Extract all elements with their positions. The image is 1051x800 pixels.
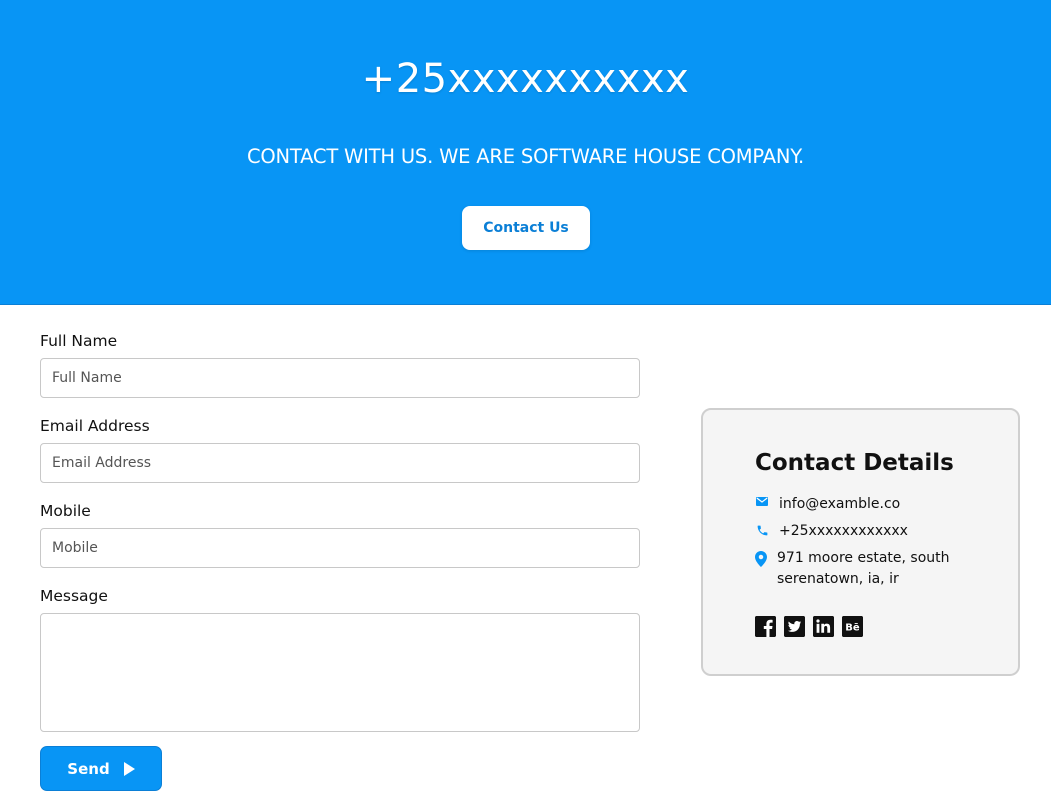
svg-text:Bē: Bē (845, 623, 860, 634)
mobile-label: Mobile (40, 502, 91, 520)
contact-us-button[interactable]: Contact Us (462, 206, 590, 250)
mail-icon (755, 494, 769, 506)
detail-email: info@examble.co (755, 494, 900, 515)
hero-tagline: CONTACT WITH US. WE ARE SOFTWARE HOUSE C… (246, 145, 805, 168)
hero-phone-number: +25xxxxxxxxxx (361, 56, 690, 102)
twitter-icon[interactable] (784, 616, 805, 637)
facebook-icon[interactable] (755, 616, 776, 637)
message-label: Message (40, 587, 108, 605)
email-label: Email Address (40, 417, 150, 435)
contact-form: Full Name Email Address Mobile Message (40, 330, 640, 732)
contact-email[interactable]: info@examble.co (779, 494, 900, 515)
contact-details-title: Contact Details (755, 450, 954, 476)
hero-banner: +25xxxxxxxxxx CONTACT WITH US. WE ARE SO… (0, 0, 1051, 305)
contact-details-card: Contact Details info@examble.co +25xxxxx… (701, 408, 1020, 676)
message-textarea[interactable] (40, 613, 640, 732)
send-label: Send (67, 759, 110, 778)
contact-address: 971 moore estate, south serenatown, ia, … (777, 550, 950, 587)
detail-phone: +25xxxxxxxxxxxx (755, 521, 908, 542)
full-name-label: Full Name (40, 332, 118, 350)
contact-phone[interactable]: +25xxxxxxxxxxxx (779, 521, 908, 542)
play-icon (123, 761, 135, 776)
mobile-input[interactable] (40, 528, 640, 568)
behance-icon[interactable]: Bē (842, 616, 863, 637)
email-input[interactable] (40, 443, 640, 483)
detail-address: 971 moore estate, south serenatown, ia, … (755, 548, 975, 590)
location-pin-icon (755, 548, 767, 567)
full-name-input[interactable] (40, 358, 640, 398)
send-button[interactable]: Send (40, 746, 162, 791)
social-links: Bē (755, 616, 863, 637)
phone-icon (755, 521, 769, 537)
linkedin-icon[interactable] (813, 616, 834, 637)
